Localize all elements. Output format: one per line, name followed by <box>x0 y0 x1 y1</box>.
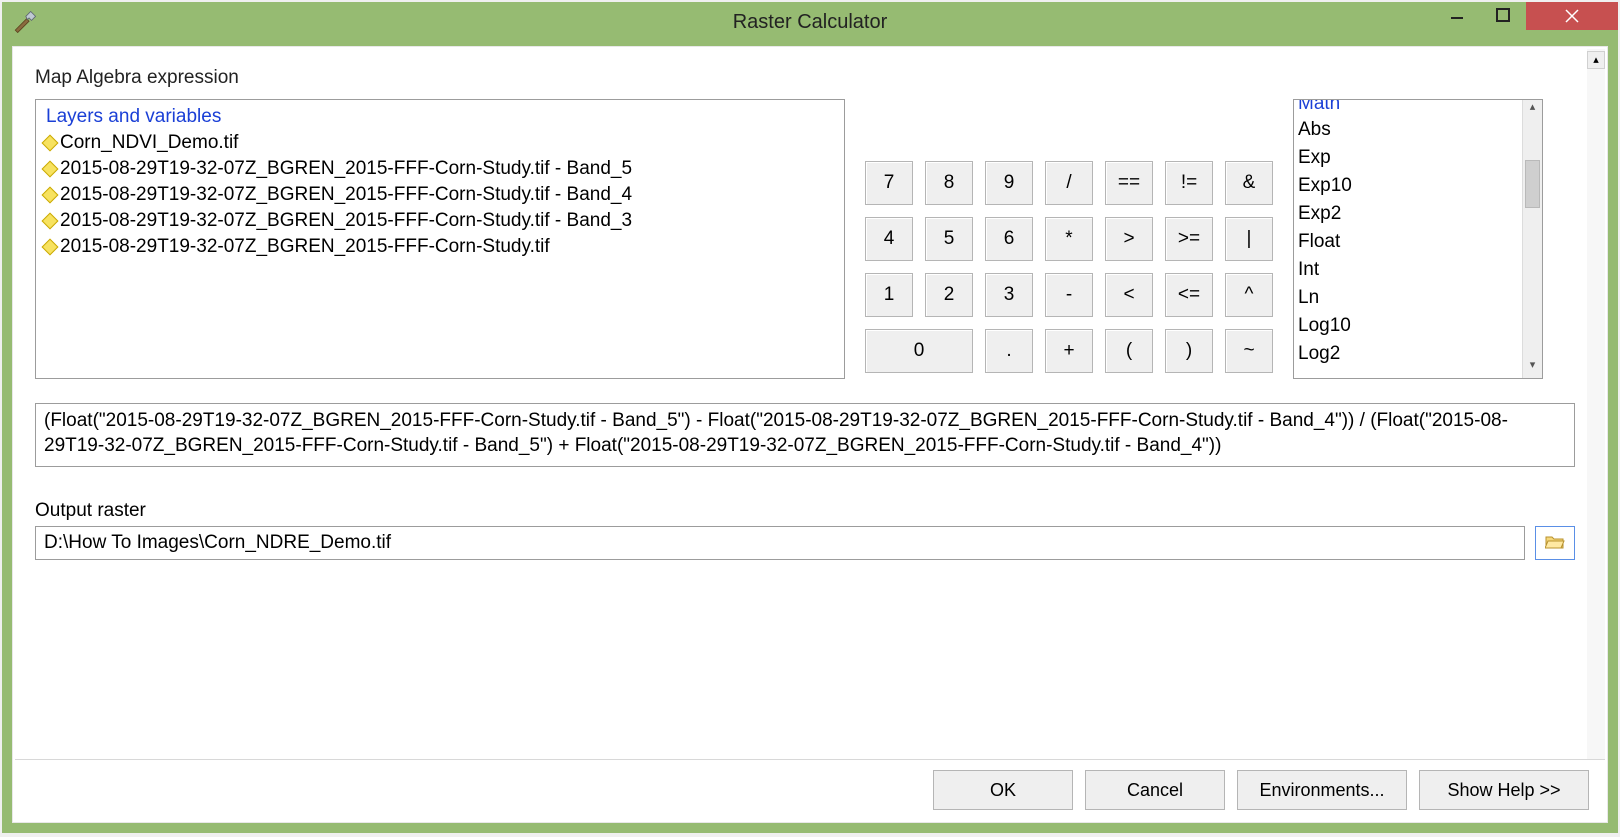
key-rparen[interactable]: ) <box>1165 329 1213 373</box>
client-area: ▴ Map Algebra expression Layers and vari… <box>12 46 1608 823</box>
key-divide[interactable]: / <box>1045 161 1093 205</box>
folder-open-icon <box>1545 534 1565 553</box>
key-gte[interactable]: >= <box>1165 217 1213 261</box>
tools-listbox[interactable]: Math Abs Exp Exp10 Exp2 Float Int Ln Log… <box>1293 99 1543 379</box>
output-raster-label: Output raster <box>35 500 1579 522</box>
key-eq[interactable]: == <box>1105 161 1153 205</box>
key-or[interactable]: | <box>1225 217 1273 261</box>
key-7[interactable]: 7 <box>865 161 913 205</box>
layer-icon <box>42 161 59 178</box>
map-algebra-label: Map Algebra expression <box>35 67 1579 89</box>
layer-icon <box>42 213 59 230</box>
layer-item[interactable]: Corn_NDVI_Demo.tif <box>40 130 840 156</box>
key-lte[interactable]: <= <box>1165 273 1213 317</box>
tool-item[interactable]: Abs <box>1298 116 1538 144</box>
key-8[interactable]: 8 <box>925 161 973 205</box>
tool-item[interactable]: Exp10 <box>1298 172 1538 200</box>
maximize-button[interactable] <box>1480 2 1526 28</box>
browse-button[interactable] <box>1535 526 1575 560</box>
key-dot[interactable]: . <box>985 329 1033 373</box>
layer-label: 2015-08-29T19-32-07Z_BGREN_2015-FFF-Corn… <box>60 156 632 182</box>
layer-item[interactable]: 2015-08-29T19-32-07Z_BGREN_2015-FFF-Corn… <box>40 234 840 260</box>
close-button[interactable] <box>1526 2 1618 30</box>
ok-button[interactable]: OK <box>933 770 1073 810</box>
tool-item[interactable]: Exp <box>1298 144 1538 172</box>
environments-button[interactable]: Environments... <box>1237 770 1407 810</box>
key-lparen[interactable]: ( <box>1105 329 1153 373</box>
key-and[interactable]: & <box>1225 161 1273 205</box>
minimize-button[interactable] <box>1434 2 1480 28</box>
layer-label: 2015-08-29T19-32-07Z_BGREN_2015-FFF-Corn… <box>60 208 632 234</box>
layer-item[interactable]: 2015-08-29T19-32-07Z_BGREN_2015-FFF-Corn… <box>40 208 840 234</box>
key-lt[interactable]: < <box>1105 273 1153 317</box>
keypad: 7 8 9 / == != & 4 5 6 * > >= <box>865 99 1273 379</box>
layers-listbox[interactable]: Layers and variables Corn_NDVI_Demo.tif … <box>35 99 845 379</box>
key-4[interactable]: 4 <box>865 217 913 261</box>
key-1[interactable]: 1 <box>865 273 913 317</box>
client-inner: Map Algebra expression Layers and variab… <box>15 49 1605 820</box>
layer-icon <box>42 187 59 204</box>
tool-item[interactable]: Float <box>1298 228 1538 256</box>
key-2[interactable]: 2 <box>925 273 973 317</box>
key-minus[interactable]: - <box>1045 273 1093 317</box>
layer-label: 2015-08-29T19-32-07Z_BGREN_2015-FFF-Corn… <box>60 182 632 208</box>
tools-scrollbar[interactable]: ▴ ▾ <box>1522 100 1542 378</box>
key-neq[interactable]: != <box>1165 161 1213 205</box>
output-path-input[interactable] <box>35 526 1525 560</box>
key-9[interactable]: 9 <box>985 161 1033 205</box>
layer-icon <box>42 135 59 152</box>
window-title: Raster Calculator <box>2 11 1618 34</box>
layer-item[interactable]: 2015-08-29T19-32-07Z_BGREN_2015-FFF-Corn… <box>40 156 840 182</box>
key-xor[interactable]: ^ <box>1225 273 1273 317</box>
layer-label: Corn_NDVI_Demo.tif <box>60 130 238 156</box>
tool-item[interactable]: Int <box>1298 256 1538 284</box>
tool-item[interactable]: Log10 <box>1298 312 1538 340</box>
key-0[interactable]: 0 <box>865 329 973 373</box>
footer: OK Cancel Environments... Show Help >> <box>15 759 1605 820</box>
cancel-button[interactable]: Cancel <box>1085 770 1225 810</box>
layers-header: Layers and variables <box>40 106 840 130</box>
key-gt[interactable]: > <box>1105 217 1153 261</box>
window-controls <box>1434 2 1618 32</box>
titlebar: Raster Calculator <box>2 2 1618 42</box>
layer-icon <box>42 239 59 256</box>
app-window: Raster Calculator ▴ Map Algebra expressi… <box>2 2 1618 833</box>
hammer-icon <box>12 9 38 35</box>
output-row <box>35 526 1575 560</box>
key-mult[interactable]: * <box>1045 217 1093 261</box>
scroll-thumb[interactable] <box>1525 160 1540 208</box>
key-5[interactable]: 5 <box>925 217 973 261</box>
show-help-button[interactable]: Show Help >> <box>1419 770 1589 810</box>
scroll-up-icon[interactable]: ▴ <box>1523 100 1542 120</box>
content-area: Map Algebra expression Layers and variab… <box>15 49 1605 759</box>
layer-item[interactable]: 2015-08-29T19-32-07Z_BGREN_2015-FFF-Corn… <box>40 182 840 208</box>
tool-item[interactable]: Ln <box>1298 284 1538 312</box>
key-tilde[interactable]: ~ <box>1225 329 1273 373</box>
expression-input[interactable] <box>35 403 1575 467</box>
tool-item[interactable]: Exp2 <box>1298 200 1538 228</box>
key-6[interactable]: 6 <box>985 217 1033 261</box>
key-plus[interactable]: + <box>1045 329 1093 373</box>
tools-category: Math <box>1298 99 1538 116</box>
layer-label: 2015-08-29T19-32-07Z_BGREN_2015-FFF-Corn… <box>60 234 550 260</box>
key-3[interactable]: 3 <box>985 273 1033 317</box>
tool-item[interactable]: Log2 <box>1298 340 1538 368</box>
scroll-down-icon[interactable]: ▾ <box>1523 358 1542 378</box>
top-row: Layers and variables Corn_NDVI_Demo.tif … <box>35 99 1579 379</box>
